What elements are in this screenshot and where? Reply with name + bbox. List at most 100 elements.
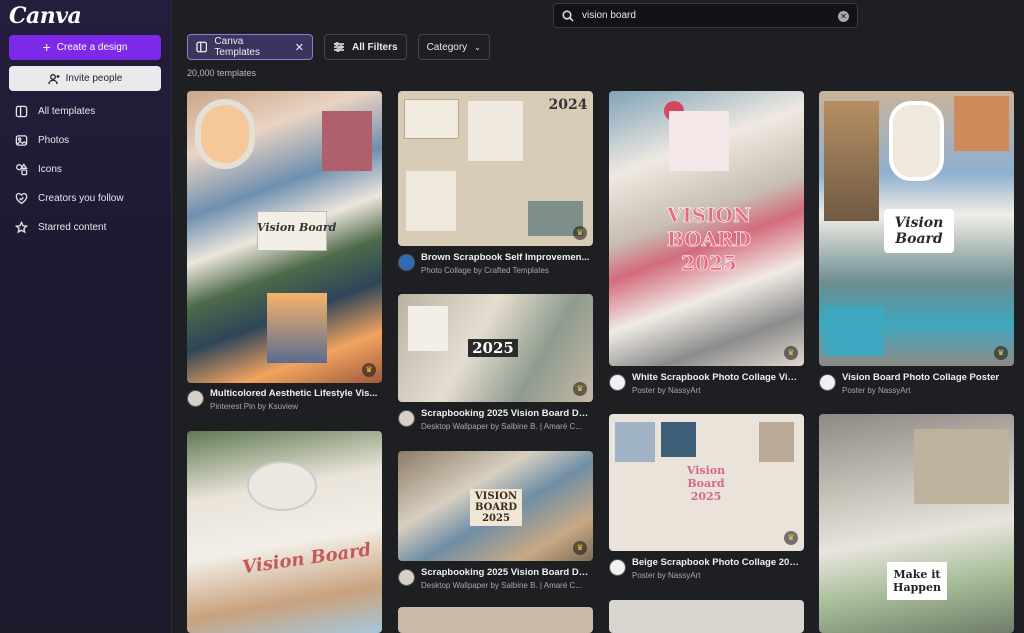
add-user-icon	[47, 73, 60, 84]
template-thumbnail[interactable]: Make it Happen	[819, 414, 1014, 633]
template-thumbnail[interactable]: VISION BOARD 2025 ♛	[398, 451, 593, 561]
sidebar-item-all-templates[interactable]: All templates	[0, 97, 172, 126]
sidebar-item-icons[interactable]: Icons	[0, 155, 172, 184]
template-subtitle: Photo Collage by Crafted Templates	[421, 266, 549, 275]
template-title[interactable]: Beige Scrapbook Photo Collage 202...	[632, 557, 802, 568]
template-subtitle: Poster by NassyArt	[632, 571, 701, 580]
star-icon	[15, 221, 28, 234]
thumbnail-text: VISION BOARD 2025	[470, 489, 522, 526]
canva-logo[interactable]: Canva	[9, 3, 82, 29]
creator-avatar	[819, 374, 836, 391]
template-title[interactable]: White Scrapbook Photo Collage Visi...	[632, 372, 802, 383]
thumbnail-text: Vision Board	[257, 221, 337, 234]
template-card[interactable]: 2024 ♛ Brown Scrapbook Self Improvemen..…	[398, 91, 593, 286]
sliders-icon	[334, 42, 344, 52]
search-icon	[562, 9, 574, 22]
create-design-label: Create a design	[56, 42, 128, 53]
template-thumbnail[interactable]: VISION BOARD 2025 ♛	[609, 91, 804, 366]
filter-bar: Canva Templates ✕ All Filters Category ⌄	[187, 34, 490, 60]
template-thumbnail[interactable]	[609, 600, 804, 633]
premium-crown-icon: ♛	[573, 226, 587, 240]
results-count: 20,000 templates	[187, 68, 257, 78]
template-meta: Scrapbooking 2025 Vision Board De... Des…	[398, 408, 591, 431]
template-subtitle: Poster by NassyArt	[842, 386, 911, 395]
template-thumbnail[interactable]: 2025 ♛	[398, 294, 593, 402]
category-label: Category	[426, 41, 468, 53]
template-meta: Multicolored Aesthetic Lifestyle Vis... …	[187, 388, 380, 411]
main-content: ✕ Canva Templates ✕ All Filters Category…	[173, 0, 1024, 633]
template-card[interactable]: Vision Board 2025 ♛ Beige Scrapbook Phot…	[609, 414, 804, 589]
search-input[interactable]	[582, 10, 832, 21]
template-title[interactable]: Brown Scrapbook Self Improvemen...	[421, 252, 591, 263]
thumbnail-text: Make it Happen	[887, 562, 947, 600]
clear-search-icon[interactable]: ✕	[838, 11, 849, 22]
template-thumbnail[interactable]: Vision Board	[187, 431, 382, 633]
invite-people-button[interactable]: Invite people	[9, 66, 161, 91]
sidebar-item-label: Photos	[38, 135, 70, 146]
premium-crown-icon: ♛	[362, 363, 376, 377]
premium-crown-icon: ♛	[784, 531, 798, 545]
template-thumbnail[interactable]: 2024 ♛	[398, 91, 593, 246]
sidebar: Canva + Create a design Invite people Al…	[0, 0, 172, 633]
template-card[interactable]: Vision Board ♛ Vision Board Photo Collag…	[819, 91, 1014, 401]
template-title[interactable]: Scrapbooking 2025 Vision Board De...	[421, 408, 591, 419]
template-thumbnail[interactable]: Vision Board 2025 ♛	[609, 414, 804, 551]
template-card[interactable]: VISION BOARD 2025 ♛ Scrapbooking 2025 Vi…	[398, 451, 593, 596]
templates-icon	[196, 41, 208, 53]
template-title[interactable]: Vision Board Photo Collage Poster	[842, 372, 1012, 383]
thumbnail-text: 2025	[468, 339, 518, 357]
template-title[interactable]: Multicolored Aesthetic Lifestyle Vis...	[210, 388, 380, 399]
template-thumbnail[interactable]	[398, 607, 593, 633]
premium-crown-icon: ♛	[994, 346, 1008, 360]
create-design-button[interactable]: + Create a design	[9, 35, 161, 60]
template-meta: Vision Board Photo Collage Poster Poster…	[819, 372, 1012, 395]
sidebar-item-label: Creators you follow	[38, 193, 124, 204]
chevron-down-icon: ⌄	[474, 42, 481, 52]
sidebar-item-label: All templates	[38, 106, 96, 117]
sidebar-item-label: Icons	[38, 164, 62, 175]
template-meta: Brown Scrapbook Self Improvemen... Photo…	[398, 252, 591, 275]
template-subtitle: Desktop Wallpaper by Salbine B. | Amaré …	[421, 422, 582, 431]
templates-icon	[15, 105, 28, 118]
creator-avatar	[609, 374, 626, 391]
creator-avatar	[398, 410, 415, 427]
template-card[interactable]	[609, 600, 804, 633]
template-card[interactable]: Make it Happen	[819, 414, 1014, 633]
template-meta: Scrapbooking 2025 Vision Board De... Des…	[398, 567, 591, 590]
template-thumbnail[interactable]: Vision Board ♛	[819, 91, 1014, 366]
photos-icon	[15, 135, 28, 146]
creator-avatar	[398, 254, 415, 271]
sidebar-item-creators[interactable]: Creators you follow	[0, 184, 172, 213]
premium-crown-icon: ♛	[784, 346, 798, 360]
template-card[interactable]: 2025 ♛ Scrapbooking 2025 Vision Board De…	[398, 294, 593, 439]
sidebar-item-photos[interactable]: Photos	[0, 126, 172, 155]
template-card[interactable]: Vision Board	[187, 431, 382, 633]
template-thumbnail[interactable]: Vision Board ♛	[187, 91, 382, 383]
thumbnail-text: VISION BOARD 2025	[666, 203, 752, 276]
creator-avatar	[187, 390, 204, 407]
template-title[interactable]: Scrapbooking 2025 Vision Board De...	[421, 567, 591, 578]
creator-avatar	[609, 559, 626, 576]
creator-avatar	[398, 569, 415, 586]
premium-crown-icon: ♛	[573, 382, 587, 396]
chip-label: Canva Templates	[214, 36, 260, 58]
thumbnail-text: Vision Board	[240, 539, 373, 579]
thumbnail-text: Vision Board	[884, 209, 954, 253]
invite-people-label: Invite people	[65, 73, 123, 84]
all-filters-button[interactable]: All Filters	[324, 34, 407, 60]
heart-follow-icon	[15, 192, 28, 205]
shapes-icon	[16, 163, 28, 176]
search-bar[interactable]: ✕	[553, 3, 858, 28]
template-subtitle: Poster by NassyArt	[632, 386, 701, 395]
remove-filter-icon[interactable]: ✕	[295, 41, 304, 54]
thumbnail-text: Vision Board 2025	[686, 464, 726, 503]
category-dropdown[interactable]: Category ⌄	[417, 34, 490, 60]
premium-crown-icon: ♛	[573, 541, 587, 555]
all-filters-label: All Filters	[352, 41, 398, 53]
template-card[interactable]: VISION BOARD 2025 ♛ White Scrapbook Phot…	[609, 91, 804, 401]
template-subtitle: Pinterest Pin by Ksuview	[210, 402, 299, 411]
sidebar-item-starred[interactable]: Starred content	[0, 213, 172, 242]
template-card[interactable]	[398, 607, 593, 633]
template-card[interactable]: Vision Board ♛ Multicolored Aesthetic Li…	[187, 91, 382, 421]
canva-templates-chip[interactable]: Canva Templates ✕	[187, 34, 313, 60]
